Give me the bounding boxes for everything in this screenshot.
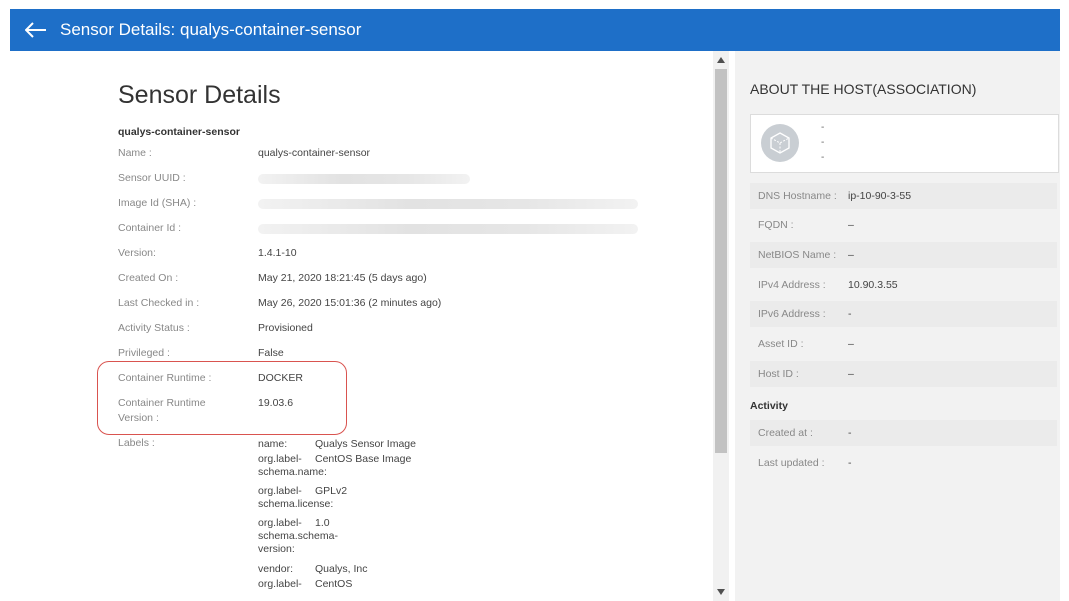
ipv4-label: IPv4 Address : bbox=[758, 279, 826, 291]
version-label: Version: bbox=[118, 247, 156, 259]
label-key: name: bbox=[258, 438, 288, 450]
label-key: schema.schema- bbox=[258, 530, 338, 542]
activity-status-value: Provisioned bbox=[258, 322, 313, 334]
label-value: CentOS bbox=[315, 578, 353, 590]
runtime-version-label-line2: Version : bbox=[118, 412, 159, 424]
netbios-value: – bbox=[848, 249, 854, 261]
labels-label: Labels : bbox=[118, 437, 155, 449]
sensor-name-heading: qualys-container-sensor bbox=[118, 126, 240, 138]
back-arrow-icon[interactable] bbox=[18, 9, 54, 51]
ipv4-value: 10.90.3.55 bbox=[848, 279, 898, 291]
label-key: vendor: bbox=[258, 563, 294, 575]
version-value: 1.4.1-10 bbox=[258, 247, 297, 259]
last-checked-value: May 26, 2020 15:01:36 (2 minutes ago) bbox=[258, 297, 442, 309]
fqdn-value: – bbox=[848, 219, 854, 231]
label-key: version: bbox=[258, 543, 295, 555]
activity-heading: Activity bbox=[750, 400, 788, 412]
label-key: schema.license: bbox=[258, 498, 334, 510]
asset-id-row: Asset ID : – bbox=[750, 331, 1057, 357]
sensor-details-pane[interactable]: Sensor Details qualys-container-sensor N… bbox=[10, 51, 710, 601]
host-id-value: – bbox=[848, 368, 854, 380]
ipv6-row: IPv6 Address : - bbox=[750, 301, 1057, 327]
image-id-label: Image Id (SHA) : bbox=[118, 197, 197, 209]
label-value: Qualys Sensor Image bbox=[315, 438, 416, 450]
dns-hostname-value: ip-10-90-3-55 bbox=[848, 190, 912, 202]
label-value: Qualys, Inc bbox=[315, 563, 368, 575]
host-id-row: Host ID : – bbox=[750, 361, 1057, 387]
host-card: - - - bbox=[750, 114, 1059, 173]
privileged-label: Privileged : bbox=[118, 347, 170, 359]
label-key: schema.name: bbox=[258, 466, 327, 478]
created-at-value: - bbox=[848, 427, 852, 439]
ipv4-row: IPv4 Address : 10.90.3.55 bbox=[750, 272, 1057, 298]
uuid-redacted bbox=[258, 174, 470, 184]
host-id-label: Host ID : bbox=[758, 368, 799, 380]
scroll-up-icon[interactable] bbox=[715, 54, 727, 66]
last-updated-value: - bbox=[848, 457, 852, 469]
host-line: - bbox=[821, 152, 825, 163]
last-updated-label: Last updated : bbox=[758, 457, 825, 469]
runtime-version-label-line1: Container Runtime bbox=[118, 397, 206, 409]
uuid-label: Sensor UUID : bbox=[118, 172, 186, 184]
runtime-value: DOCKER bbox=[258, 372, 303, 384]
runtime-version-value: 19.03.6 bbox=[258, 397, 294, 409]
last-checked-label: Last Checked in : bbox=[118, 297, 200, 309]
label-key: org.label- bbox=[258, 578, 302, 590]
runtime-label: Container Runtime : bbox=[118, 372, 212, 384]
scroll-down-icon[interactable] bbox=[715, 586, 727, 598]
created-at-label: Created at : bbox=[758, 427, 813, 439]
host-line: - bbox=[821, 122, 825, 133]
label-value: 1.0 bbox=[315, 517, 330, 529]
privileged-value: False bbox=[258, 347, 284, 359]
dns-hostname-label: DNS Hostname : bbox=[758, 190, 837, 202]
header-title: Sensor Details: qualys-container-sensor bbox=[60, 20, 362, 39]
image-id-redacted bbox=[258, 199, 638, 209]
container-id-redacted bbox=[258, 224, 638, 234]
container-id-label: Container Id : bbox=[118, 222, 182, 234]
netbios-label: NetBIOS Name : bbox=[758, 249, 837, 261]
created-on-value: May 21, 2020 18:21:45 (5 days ago) bbox=[258, 272, 427, 284]
top-bar: Sensor Details: qualys-container-sensor bbox=[10, 9, 1060, 51]
name-value: qualys-container-sensor bbox=[258, 147, 371, 159]
last-updated-row: Last updated : - bbox=[750, 450, 1057, 476]
cube-icon bbox=[761, 124, 799, 162]
label-value: CentOS Base Image bbox=[315, 453, 412, 465]
scroll-thumb[interactable] bbox=[715, 69, 727, 453]
label-key: org.label- bbox=[258, 517, 302, 529]
asset-id-value: – bbox=[848, 338, 854, 350]
fqdn-row: FQDN : – bbox=[750, 212, 1057, 238]
created-at-row: Created at : - bbox=[750, 420, 1057, 446]
fqdn-label: FQDN : bbox=[758, 219, 794, 231]
vertical-scrollbar[interactable] bbox=[713, 51, 729, 601]
label-key: org.label- bbox=[258, 453, 302, 465]
name-label: Name : bbox=[118, 147, 152, 159]
activity-status-label: Activity Status : bbox=[118, 322, 190, 334]
host-association-pane: ABOUT THE HOST(ASSOCIATION) - - - DNS Ho… bbox=[735, 51, 1060, 601]
about-host-title: ABOUT THE HOST(ASSOCIATION) bbox=[750, 81, 977, 97]
netbios-row: NetBIOS Name : – bbox=[750, 242, 1057, 268]
label-value: GPLv2 bbox=[315, 485, 348, 497]
content-area: Sensor Details qualys-container-sensor N… bbox=[10, 51, 1060, 601]
ipv6-label: IPv6 Address : bbox=[758, 308, 826, 320]
asset-id-label: Asset ID : bbox=[758, 338, 804, 350]
label-key: org.label- bbox=[258, 485, 302, 497]
page-title: Sensor Details bbox=[118, 81, 281, 109]
created-on-label: Created On : bbox=[118, 272, 179, 284]
dns-hostname-row: DNS Hostname : ip-10-90-3-55 bbox=[750, 183, 1057, 209]
ipv6-value: - bbox=[848, 308, 852, 320]
host-line: - bbox=[821, 137, 825, 148]
